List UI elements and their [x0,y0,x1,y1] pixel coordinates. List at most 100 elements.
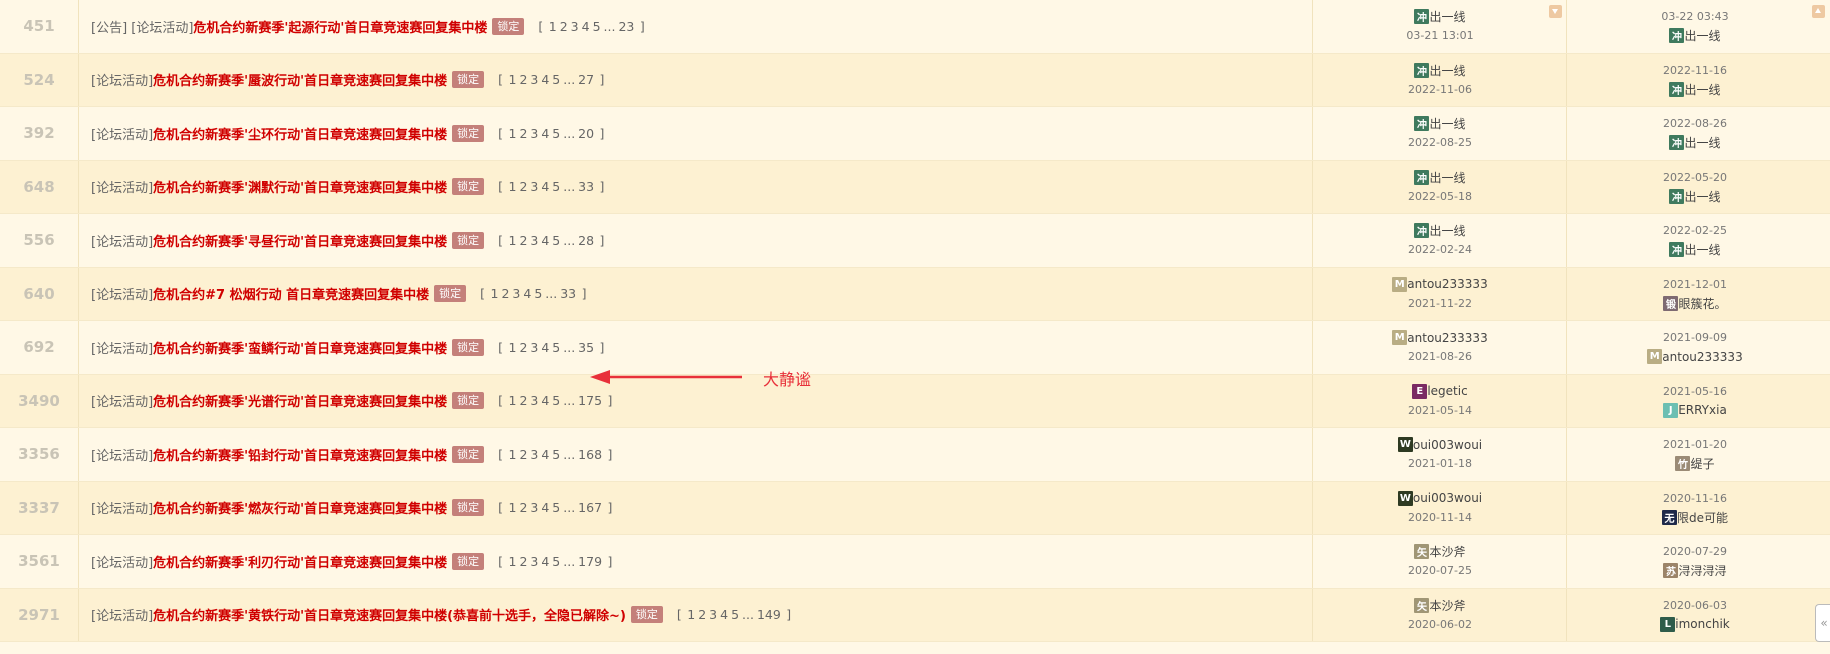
topic-prefix[interactable]: [论坛活动] [91,605,153,624]
page-link[interactable]: 4 [541,500,549,515]
last-reply-name[interactable]: 出一线 [1684,81,1720,98]
page-link[interactable]: 3 [530,72,538,87]
author-user[interactable]: Woui003woui [1397,489,1482,508]
author-name[interactable]: 本沙斧 [1429,597,1465,614]
page-link[interactable]: 2 [519,179,527,194]
page-link[interactable]: 4 [541,72,549,87]
page-link[interactable]: 3 [571,19,579,34]
page-link[interactable]: 1 [508,393,516,408]
page-link[interactable]: 2 [519,340,527,355]
last-page-link[interactable]: 175 [578,393,602,408]
scroll-up-icon[interactable] [1812,5,1825,18]
last-reply-name[interactable]: 出一线 [1684,27,1720,44]
page-link[interactable]: 3 [530,179,538,194]
author-user[interactable]: Mantou233333 [1392,275,1488,294]
topic-title-link[interactable]: 危机合约新赛季'光谱行动'首日章竞速赛回复集中楼 [153,391,447,410]
topic-prefix[interactable]: [论坛活动] [91,124,153,143]
page-link[interactable]: 1 [508,500,516,515]
last-reply-date[interactable]: 2020-07-29 [1663,542,1727,561]
last-reply-name[interactable]: 出一线 [1684,134,1720,151]
last-reply-date[interactable]: 2022-11-16 [1663,61,1727,80]
page-link[interactable]: 5 [552,554,560,569]
page-link[interactable]: 2 [519,233,527,248]
last-reply-name[interactable]: 出一线 [1684,188,1720,205]
topic-title-link[interactable]: 危机合约#7 松烟行动 首日章竞速赛回复集中楼 [153,284,429,303]
page-link[interactable]: 3 [512,286,520,301]
page-link[interactable]: 5 [552,126,560,141]
last-reply-date[interactable]: 2020-11-16 [1663,489,1727,508]
page-link[interactable]: 4 [541,179,549,194]
page-link[interactable]: 5 [552,233,560,248]
last-reply-date[interactable]: 2022-08-26 [1663,114,1727,133]
page-link[interactable]: 4 [720,607,728,622]
last-reply-user[interactable]: Mantou233333 [1647,347,1743,366]
last-reply-user[interactable]: 冲出一线 [1669,240,1721,259]
page-link[interactable]: 2 [519,393,527,408]
last-reply-user[interactable]: 苏浔浔浔浔 [1663,561,1727,580]
page-link[interactable]: 3 [530,126,538,141]
page-link[interactable]: 3 [530,393,538,408]
last-page-link[interactable]: 168 [578,447,602,462]
page-link[interactable]: 2 [519,554,527,569]
page-link[interactable]: 2 [501,286,509,301]
page-link[interactable]: 2 [519,447,527,462]
last-page-link[interactable]: 27 [578,72,594,87]
last-reply-date[interactable]: 03-22 03:43 [1661,7,1728,26]
topic-prefix[interactable]: [论坛活动] [91,284,153,303]
author-name[interactable]: 出一线 [1429,115,1465,132]
page-link[interactable]: 5 [552,393,560,408]
author-name[interactable]: 出一线 [1429,222,1465,239]
last-reply-name[interactable]: 限de可能 [1677,509,1728,526]
topic-title-link[interactable]: 危机合约新赛季'蜃波行动'首日章竞速赛回复集中楼 [153,70,447,89]
last-reply-name[interactable]: imonchik [1675,617,1729,631]
last-page-link[interactable]: 20 [578,126,594,141]
last-reply-date[interactable]: 2020-06-03 [1663,596,1727,615]
page-link[interactable]: 3 [530,500,538,515]
last-page-link[interactable]: 28 [578,233,594,248]
last-page-link[interactable]: 35 [578,340,594,355]
page-link[interactable]: 5 [552,500,560,515]
author-user[interactable]: 冲出一线 [1414,168,1466,187]
last-reply-user[interactable]: 冲出一线 [1669,187,1721,206]
page-link[interactable]: 1 [508,340,516,355]
page-link[interactable]: 3 [709,607,717,622]
page-link[interactable]: 2 [698,607,706,622]
author-name[interactable]: 出一线 [1429,169,1465,186]
topic-prefix[interactable]: [论坛活动] [91,338,153,357]
page-link[interactable]: 1 [508,179,516,194]
page-link[interactable]: 5 [593,19,601,34]
page-link[interactable]: 4 [541,126,549,141]
topic-prefix[interactable]: [论坛活动] [91,177,153,196]
last-reply-user[interactable]: 竹缇子 [1675,454,1715,473]
topic-title-link[interactable]: 危机合约新赛季'蛮鳞行动'首日章竞速赛回复集中楼 [153,338,447,357]
page-link[interactable]: 2 [519,72,527,87]
topic-title-link[interactable]: 危机合约新赛季'渊默行动'首日章竞速赛回复集中楼 [153,177,447,196]
page-link[interactable]: 5 [552,179,560,194]
page-link[interactable]: 1 [508,554,516,569]
author-name[interactable]: antou233333 [1407,277,1487,291]
page-link[interactable]: 4 [541,393,549,408]
author-user[interactable]: 冲出一线 [1414,221,1466,240]
page-link[interactable]: 4 [541,233,549,248]
last-reply-name[interactable]: antou233333 [1662,350,1742,364]
author-user[interactable]: 矢本沙斧 [1414,596,1466,615]
last-reply-name[interactable]: ERRYxia [1678,403,1727,417]
author-user[interactable]: 冲出一线 [1414,61,1466,80]
last-reply-user[interactable]: J ERRYxia [1663,401,1727,420]
topic-prefix[interactable]: [论坛活动] [91,445,153,464]
page-link[interactable]: 2 [519,126,527,141]
last-reply-name[interactable]: 出一线 [1684,241,1720,258]
page-link[interactable]: 3 [530,340,538,355]
last-reply-date[interactable]: 2021-12-01 [1663,275,1727,294]
author-user[interactable]: 矢本沙斧 [1414,542,1466,561]
author-name[interactable]: 出一线 [1429,62,1465,79]
last-reply-date[interactable]: 2021-05-16 [1663,382,1727,401]
topic-title-link[interactable]: 危机合约新赛季'利刃行动'首日章竞速赛回复集中楼 [153,552,447,571]
last-reply-date[interactable]: 2022-02-25 [1663,221,1727,240]
topic-prefix[interactable]: [论坛活动] [91,231,153,250]
dropdown-arrow-icon[interactable] [1549,5,1562,18]
last-page-link[interactable]: 149 [757,607,781,622]
last-reply-name[interactable]: 眼簇花。 [1678,295,1726,312]
page-link[interactable]: 4 [541,447,549,462]
author-user[interactable]: 冲出一线 [1414,114,1466,133]
